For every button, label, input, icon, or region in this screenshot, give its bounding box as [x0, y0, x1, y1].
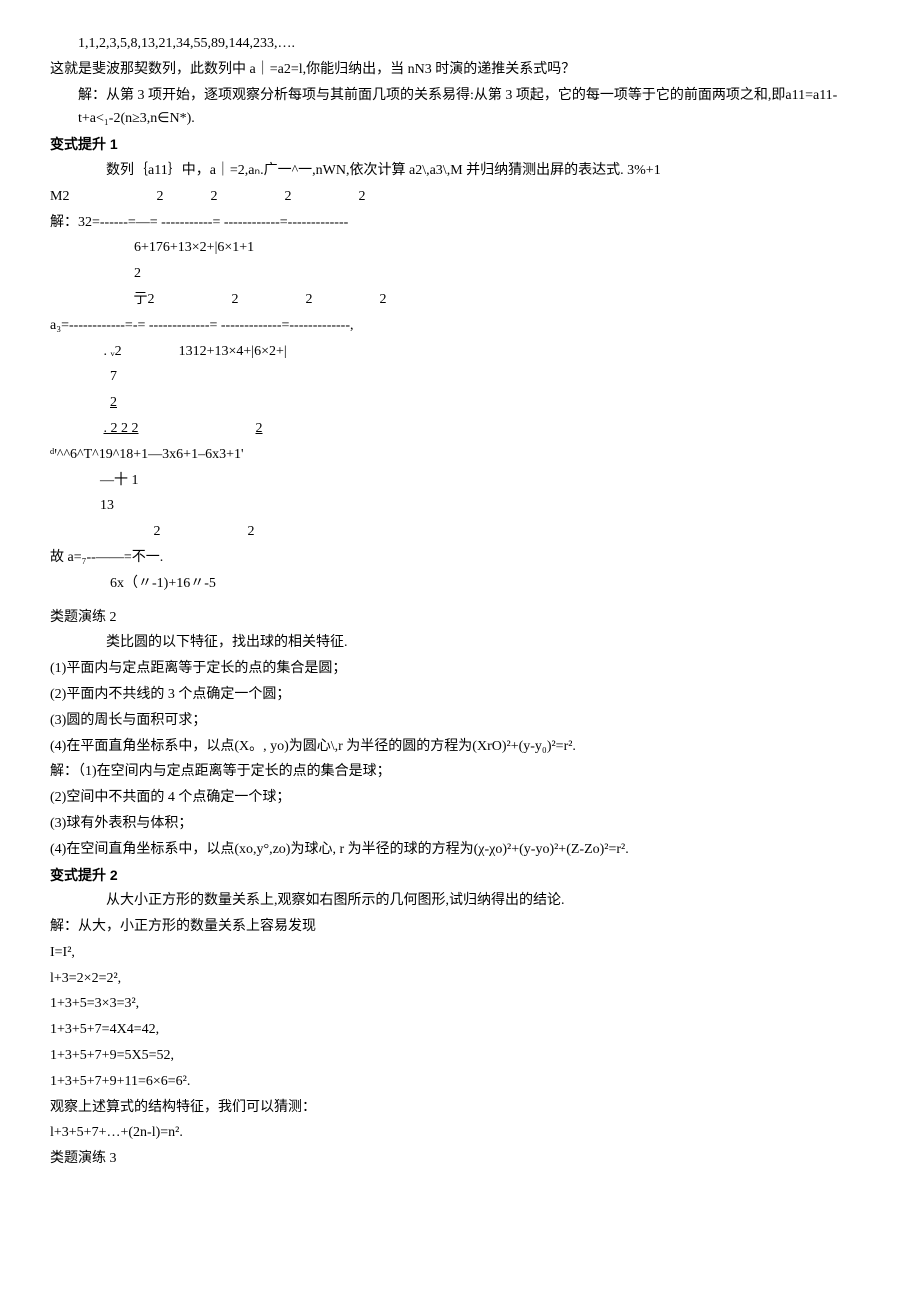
calc-14a: 2 [154, 524, 161, 539]
calc-row-15: 故 a=₇--——=不一. [50, 546, 870, 570]
circle-prop-4: (4)在平面直角坐标系中，以点(X。, yo)为圆心\,r 为半径的圆的方程为(… [50, 735, 870, 759]
calc-row-13: 13 [50, 494, 870, 518]
calc-2a: 2 [156, 189, 163, 204]
calc-2b: 2 [210, 189, 217, 204]
calc-row-2: 解：32=------=—= -----------= ------------… [50, 211, 870, 235]
calc-row-6: a₃=------------=-= -------------= ------… [50, 314, 870, 338]
calc-row-11: ᵈꞌ^^6^T^19^18+1—3x6+1–6x3+1' [50, 443, 870, 467]
calc-row-14: 2 2 [50, 520, 870, 544]
calc-row-4: 2 [50, 262, 870, 286]
calc-14b: 2 [248, 524, 255, 539]
circle-prop-2: (2)平面内不共线的 3 个点确定一个圆； [50, 683, 870, 707]
calc-row-8: 7 [50, 365, 870, 389]
calc-row-12: —十 1 [50, 469, 870, 493]
fibonacci-question: 这就是斐波那契数列，此数列中 a｜=a2=l,你能归纳出，当 nN3 时演的递推… [50, 58, 870, 82]
heading-exercise-3: 类题演练 3 [50, 1147, 870, 1171]
calc-10a: . 2 2 2 [104, 421, 139, 436]
calc-row-1: M2 2 2 2 2 [50, 185, 870, 209]
calc-m2: M2 [50, 189, 69, 204]
calc-2d: 2 [358, 189, 365, 204]
calc-row-5: 亍2 2 2 2 [50, 288, 870, 312]
eq-3: 1+3+5=3×3=3², [50, 992, 870, 1016]
circle-prop-1: (1)平面内与定点距离等于定长的点的集合是圆； [50, 657, 870, 681]
calc-2c: 2 [284, 189, 291, 204]
calc-row-16: 6x（〃-1)+16〃-5 [50, 572, 870, 596]
heading-exercise-2: 类题演练 2 [50, 606, 870, 630]
calc-row-9: 2 [50, 391, 870, 415]
circle-prop-3: (3)圆的周长与面积可求； [50, 709, 870, 733]
fibonacci-solution: 解：从第 3 项开始，逐项观察分析每项与其前面几项的关系易得:从第 3 项起，它… [50, 84, 870, 132]
calc-row-7: . ᵥ2 1312+13×4+|6×2+| [50, 340, 870, 364]
eq-5: 1+3+5+7+9=5X5=52, [50, 1044, 870, 1068]
sequence-problem: 数列｛a11｝中，a｜=2,aₙ.广一^一,nWN,依次计算 a2\,a3\,M… [50, 159, 870, 183]
calc-7a: . ᵥ2 [104, 344, 122, 359]
heading-variant-1: 变式提升 1 [50, 133, 870, 157]
fibonacci-sequence: 1,1,2,3,5,8,13,21,34,55,89,144,233,…. [50, 32, 870, 56]
calc-7b: 1312+13×4+|6×2+| [179, 344, 287, 359]
calc-9-val: 2 [110, 395, 117, 410]
calc-row-3: 6+176+13×2+|6×1+1 [50, 236, 870, 260]
circle-sphere-intro: 类比圆的以下特征，找出球的相关特征. [50, 631, 870, 655]
calc-5b: 2 [232, 292, 239, 307]
calc-5a: 亍2 [134, 292, 155, 307]
calc-5d: 2 [380, 292, 387, 307]
eq-1: I=I², [50, 941, 870, 965]
sphere-prop-2: (2)空间中不共面的 4 个点确定一个球； [50, 786, 870, 810]
conjecture-intro: 观察上述算式的结构特征，我们可以猜测： [50, 1096, 870, 1120]
squares-solution-intro: 解：从大，小正方形的数量关系上容易发现 [50, 915, 870, 939]
sphere-prop-3: (3)球有外表积与体积； [50, 812, 870, 836]
calc-5c: 2 [306, 292, 313, 307]
eq-6: 1+3+5+7+9+11=6×6=6². [50, 1070, 870, 1094]
sphere-prop-1: 解：（1)在空间内与定点距离等于定长的点的集合是球； [50, 760, 870, 784]
calc-10b: 2 [256, 421, 263, 436]
squares-intro: 从大小正方形的数量关系上,观察如右图所示的几何图形,试归纳得出的结论. [50, 889, 870, 913]
heading-variant-2: 变式提升 2 [50, 864, 870, 888]
eq-4: 1+3+5+7=4X4=42, [50, 1018, 870, 1042]
calc-row-10: . 2 2 2 2 [50, 417, 870, 441]
conjecture-formula: l+3+5+7+…+(2n-l)=n². [50, 1121, 870, 1145]
eq-2: l+3=2×2=2², [50, 967, 870, 991]
sphere-prop-4: (4)在空间直角坐标系中，以点(xo,y°,zo)为球心, r 为半径的球的方程… [50, 838, 870, 862]
